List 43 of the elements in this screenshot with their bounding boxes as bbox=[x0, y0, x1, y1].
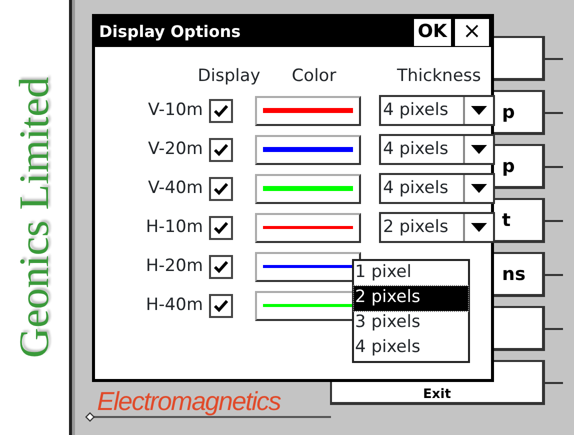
dropdown-option[interactable]: 1 pixel bbox=[354, 261, 468, 286]
checkbox[interactable] bbox=[209, 176, 233, 201]
column-header: Color bbox=[292, 65, 336, 88]
color-button[interactable] bbox=[255, 134, 361, 165]
checkmark-icon bbox=[213, 182, 229, 196]
row-label: V-40m bbox=[147, 176, 203, 200]
column-header: Thickness bbox=[396, 65, 482, 88]
row-label: H-40m bbox=[144, 294, 203, 317]
color-button[interactable] bbox=[255, 174, 361, 204]
row-label: V-20m bbox=[147, 138, 203, 161]
dropdown-value: 2 pixels bbox=[382, 216, 450, 240]
row-label: V-10m bbox=[147, 98, 203, 122]
dropdown-option[interactable]: 2 pixels bbox=[354, 286, 468, 311]
row-label: H-10m bbox=[144, 216, 203, 239]
checkmark-icon bbox=[213, 220, 229, 235]
checkmark-icon bbox=[213, 104, 229, 118]
ok-button[interactable]: OK bbox=[414, 18, 451, 46]
checkbox[interactable] bbox=[209, 98, 233, 123]
color-button[interactable] bbox=[255, 212, 361, 243]
dialog-title: Display Options bbox=[99, 21, 242, 43]
footer-logo-text: Electromagnetics bbox=[97, 388, 280, 414]
diamond-icon bbox=[85, 412, 95, 422]
checkbox[interactable] bbox=[209, 138, 233, 162]
checkmark-icon bbox=[213, 260, 229, 274]
close-button[interactable]: × bbox=[455, 18, 489, 46]
checkbox[interactable] bbox=[209, 294, 233, 318]
checkbox[interactable] bbox=[209, 216, 233, 240]
dropdown-value: 4 pixels bbox=[382, 177, 450, 200]
brand-logo-text: Geonics Limited bbox=[14, 76, 56, 358]
checkmark-icon bbox=[213, 142, 229, 157]
color-button[interactable] bbox=[255, 96, 361, 126]
row-label: H-20m bbox=[144, 254, 203, 278]
thickness-dropdown[interactable]: 2 pixels bbox=[379, 212, 495, 244]
thickness-dropdown[interactable]: 4 pixels bbox=[379, 95, 495, 126]
thickness-dropdown[interactable]: 4 pixels bbox=[379, 173, 495, 204]
checkbox[interactable] bbox=[209, 254, 233, 279]
thickness-dropdown[interactable]: 4 pixels bbox=[379, 134, 495, 166]
column-header: Display bbox=[198, 65, 260, 88]
dropdown-option[interactable]: 4 pixels bbox=[354, 336, 468, 361]
dropdown-option[interactable]: 3 pixels bbox=[354, 311, 468, 336]
checkmark-icon bbox=[213, 298, 229, 313]
dropdown-value: 4 pixels bbox=[382, 99, 450, 122]
dropdown-value: 4 pixels bbox=[382, 138, 450, 162]
